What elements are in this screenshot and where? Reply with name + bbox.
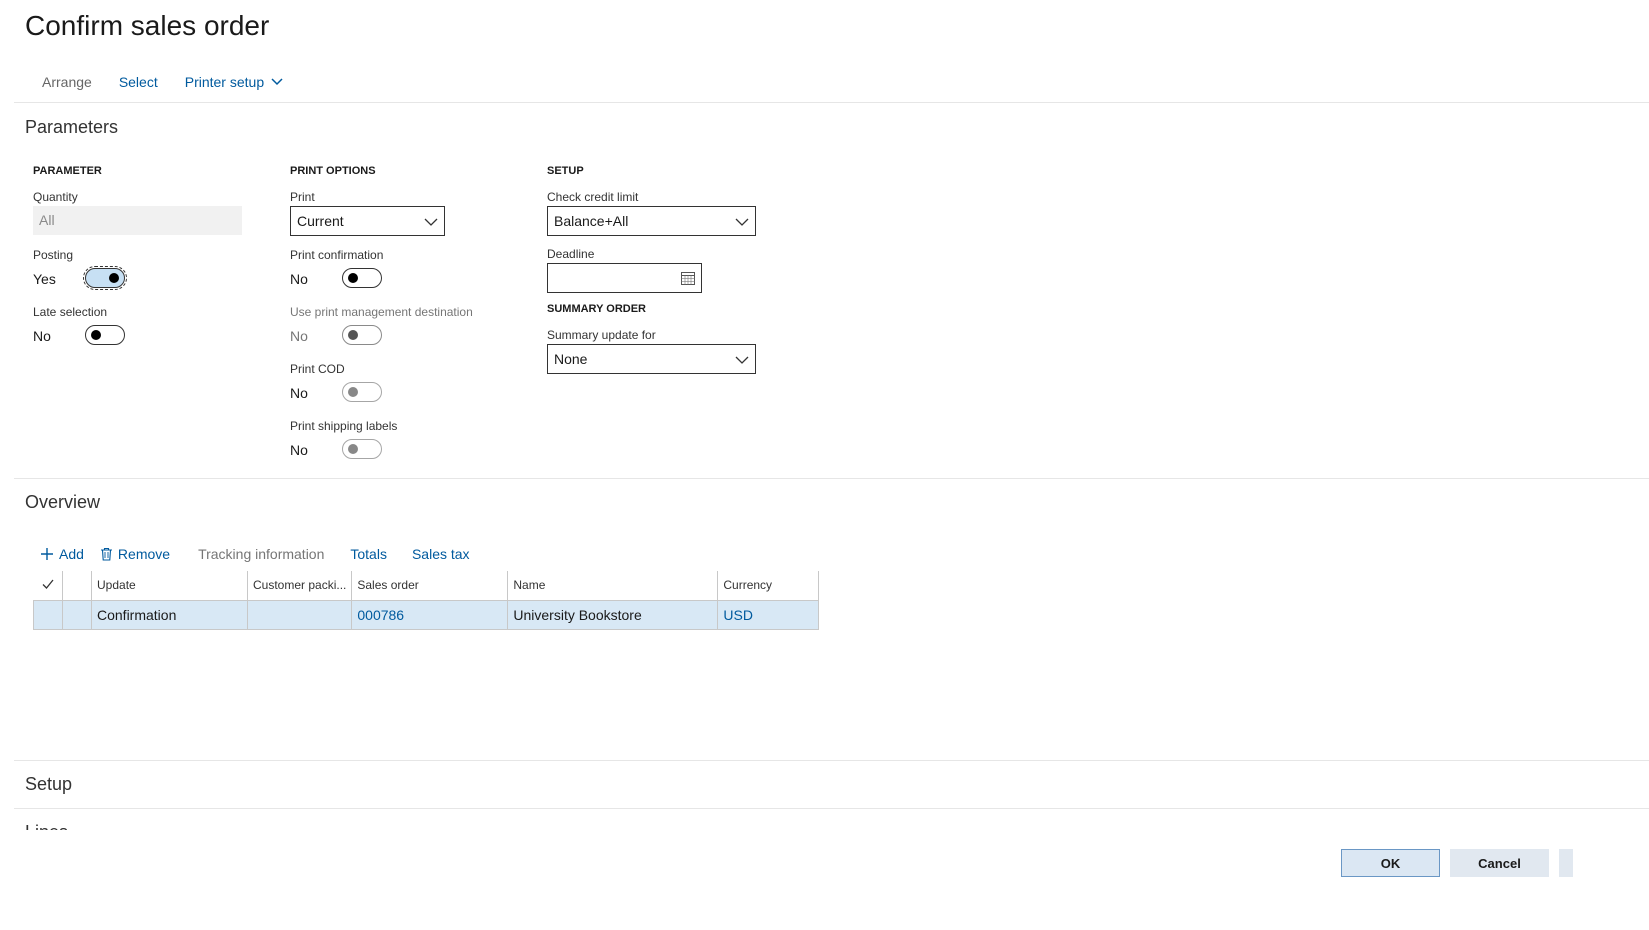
print-label: Print	[290, 190, 315, 204]
cell-sales-order-link[interactable]: 000786	[351, 599, 509, 630]
print-select-value: Current	[297, 213, 344, 229]
cell-update[interactable]: Confirmation	[91, 599, 248, 630]
parameter-group-header: PARAMETER	[33, 165, 102, 177]
posting-value: Yes	[33, 271, 56, 287]
chevron-down-icon	[424, 218, 438, 226]
late-selection-label: Late selection	[33, 305, 108, 319]
lines-section-label: Lines	[25, 822, 68, 830]
print-confirmation-value: No	[290, 271, 308, 287]
page-title: Confirm sales order	[25, 10, 270, 41]
divider	[14, 808, 1649, 809]
divider	[14, 760, 1649, 761]
use-print-management-value: No	[290, 328, 308, 344]
remove-button[interactable]: Remove	[100, 546, 170, 562]
print-confirmation-label: Print confirmation	[290, 248, 384, 262]
row-indicator	[62, 599, 92, 630]
summary-update-label: Summary update for	[547, 328, 656, 342]
toggle-knob	[109, 273, 119, 283]
cancel-button[interactable]: Cancel	[1450, 849, 1549, 877]
row-indicator-header	[62, 571, 92, 601]
use-print-management-toggle[interactable]	[342, 325, 382, 345]
action-bar: Arrange Select Printer setup	[42, 74, 284, 90]
tracking-information-button[interactable]: Tracking information	[198, 546, 324, 562]
print-shipping-labels-label: Print shipping labels	[290, 419, 398, 433]
select-button[interactable]: Select	[119, 74, 158, 90]
ok-button[interactable]: OK	[1341, 849, 1440, 877]
grid-header-row: Update Customer packi... Sales order Nam…	[33, 571, 820, 601]
cell-name[interactable]: University Bookstore	[507, 599, 719, 630]
parameters-section-header[interactable]: Parameters	[25, 117, 118, 138]
setup-group-header: SETUP	[547, 165, 584, 177]
cell-customer-packing[interactable]	[246, 599, 353, 630]
printer-setup-button[interactable]: Printer setup	[185, 74, 284, 90]
print-shipping-labels-toggle[interactable]	[342, 439, 382, 459]
column-header-name[interactable]: Name	[507, 571, 719, 601]
column-header-sales-order[interactable]: Sales order	[351, 571, 509, 601]
cell-currency-link[interactable]: USD	[717, 599, 820, 630]
quantity-label: Quantity	[33, 190, 78, 204]
add-button[interactable]: Add	[40, 546, 84, 562]
deadline-label: Deadline	[547, 247, 595, 261]
plus-icon	[41, 548, 53, 560]
toggle-knob	[348, 387, 358, 397]
summary-update-value: None	[554, 351, 588, 367]
chevron-down-icon	[735, 218, 749, 226]
divider	[14, 102, 1649, 103]
overview-section-header[interactable]: Overview	[25, 492, 100, 513]
remove-label: Remove	[117, 546, 171, 562]
late-selection-value: No	[33, 328, 51, 344]
quantity-field: All	[33, 206, 242, 235]
toggle-knob	[348, 330, 358, 340]
print-options-group-header: PRINT OPTIONS	[290, 165, 376, 177]
arrange-button[interactable]: Arrange	[42, 74, 92, 90]
posting-label: Posting	[33, 248, 74, 262]
posting-toggle[interactable]	[83, 266, 127, 290]
summary-update-select[interactable]: None	[547, 344, 756, 374]
summary-order-group-header: SUMMARY ORDER	[547, 303, 647, 315]
deadline-date-input[interactable]	[547, 263, 702, 293]
sales-tax-button[interactable]: Sales tax	[412, 546, 470, 562]
column-header-update[interactable]: Update	[91, 571, 248, 601]
setup-section-header[interactable]: Setup	[25, 774, 72, 795]
checkmark-icon	[42, 579, 54, 589]
chevron-down-icon	[735, 356, 749, 364]
print-cod-value: No	[290, 385, 308, 401]
row-select-checkbox[interactable]	[33, 599, 63, 630]
chevron-down-icon	[271, 78, 283, 86]
toggle-knob	[91, 330, 101, 340]
print-confirmation-toggle[interactable]	[342, 268, 382, 288]
table-row[interactable]: Confirmation 000786 University Bookstore…	[33, 599, 820, 630]
late-selection-toggle[interactable]	[85, 325, 125, 345]
divider	[14, 478, 1649, 479]
column-header-currency[interactable]: Currency	[717, 571, 820, 601]
use-print-management-label: Use print management destination	[290, 305, 473, 319]
lines-section-header[interactable]: Lines	[25, 822, 85, 830]
check-credit-limit-value: Balance+All	[554, 213, 629, 229]
overview-grid: Update Customer packi... Sales order Nam…	[33, 571, 820, 630]
print-shipping-labels-value: No	[290, 442, 308, 458]
print-select[interactable]: Current	[290, 206, 445, 236]
overflow-button[interactable]	[1559, 849, 1573, 877]
print-cod-label: Print COD	[290, 362, 345, 376]
check-credit-limit-label: Check credit limit	[547, 190, 639, 204]
toggle-knob	[348, 273, 358, 283]
select-all-checkbox[interactable]	[33, 571, 63, 601]
trash-icon	[100, 547, 112, 561]
column-header-customer-packing[interactable]: Customer packi...	[246, 571, 353, 601]
add-label: Add	[59, 546, 84, 562]
overview-toolbar: Add Remove Tracking information Totals S…	[40, 546, 470, 562]
print-cod-toggle[interactable]	[342, 382, 382, 402]
toggle-knob	[348, 444, 358, 454]
calendar-icon[interactable]	[680, 270, 696, 286]
totals-button[interactable]: Totals	[350, 546, 387, 562]
printer-setup-label: Printer setup	[184, 74, 265, 90]
check-credit-limit-select[interactable]: Balance+All	[547, 206, 756, 236]
